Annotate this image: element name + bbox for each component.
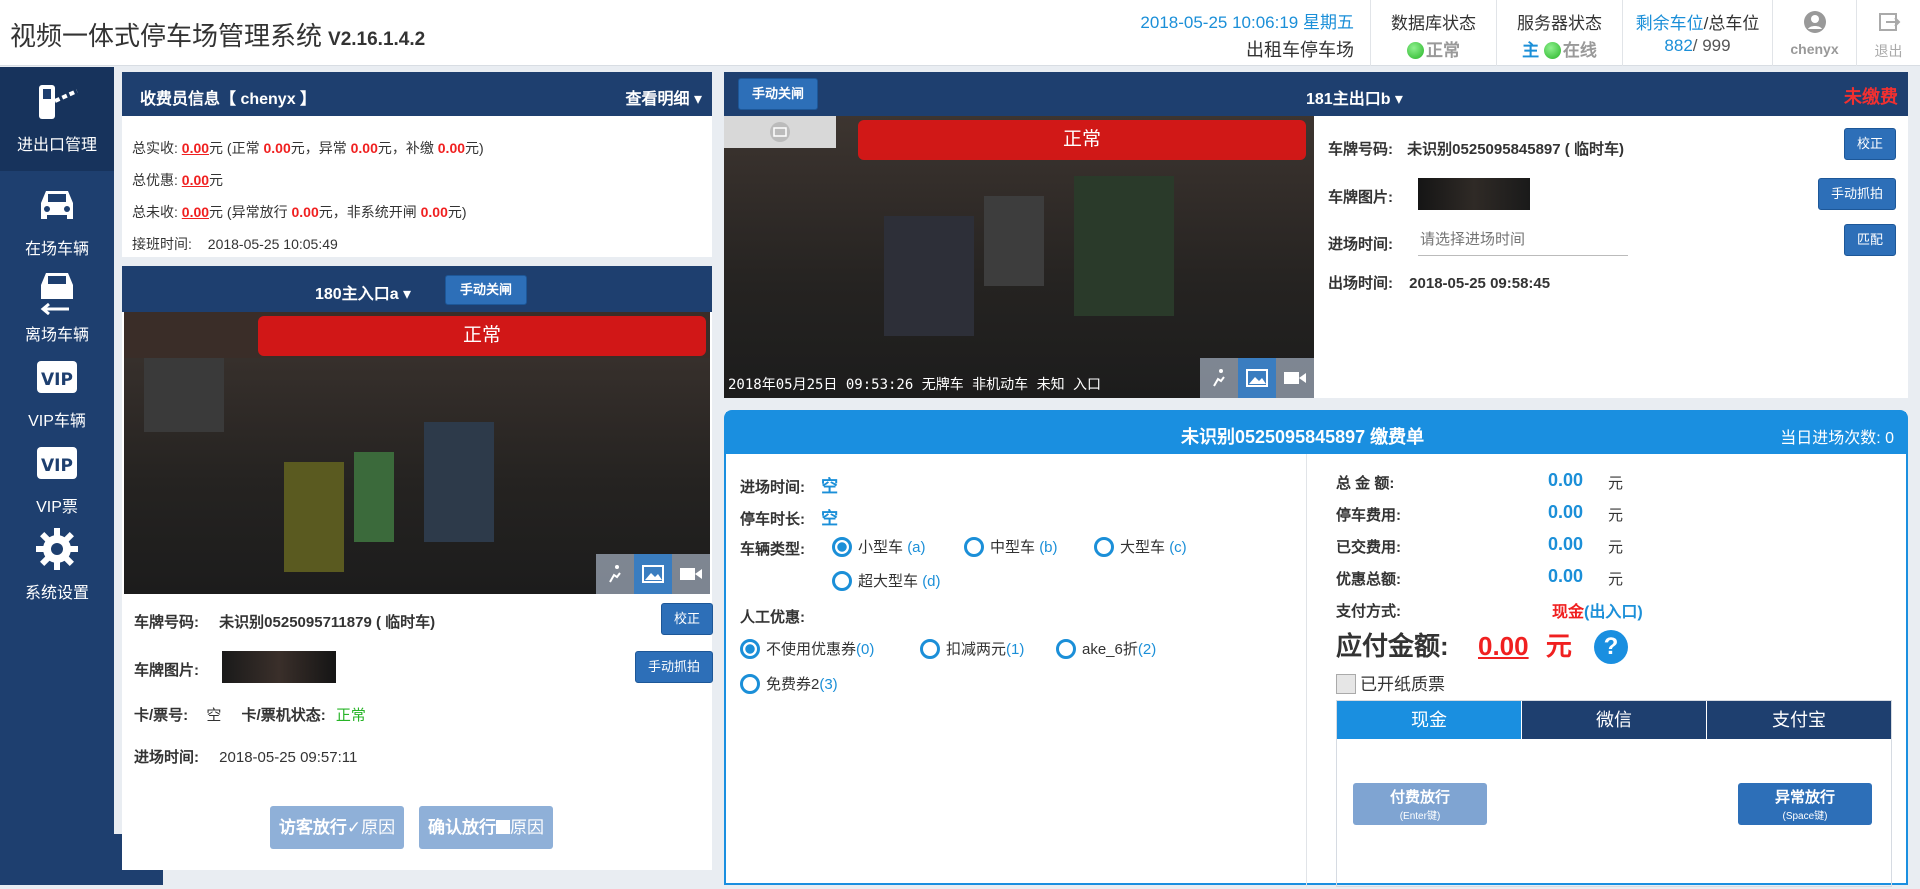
discount-free-2[interactable]: 免费券2(3) bbox=[740, 673, 838, 694]
cashier-title: 收费员信息【 chenyx 】 bbox=[140, 91, 317, 108]
person-icon[interactable] bbox=[596, 554, 634, 594]
parking-spaces: 剩余车位/总车位 882/ 999 bbox=[1622, 0, 1772, 66]
lot-name: 出租车停车场 bbox=[1246, 40, 1354, 60]
payment-method-box: 现金 微信 支付宝 付费放行 (Enter键) 异常放行 (Space键) bbox=[1336, 700, 1892, 887]
top-bar: 视频一体式停车场管理系统 V2.16.1.4.2 2018-05-25 10:06… bbox=[0, 0, 1920, 66]
confirm-release-button[interactable]: 确认放行 原因 bbox=[419, 806, 553, 849]
tab-wechat[interactable]: 微信 bbox=[1522, 701, 1707, 739]
user-menu[interactable]: chenyx bbox=[1772, 0, 1856, 66]
camera-overlay-text: 2018年05月25日 09:53:26 无牌车 非机动车 未知 入口 bbox=[728, 377, 1102, 393]
radio-icon bbox=[1094, 537, 1114, 557]
car-leaving-icon bbox=[40, 273, 73, 315]
pay-release-button[interactable]: 付费放行 (Enter键) bbox=[1353, 783, 1487, 825]
bill-title: 未识别0525095845897 缴费单 bbox=[1181, 427, 1425, 447]
exit-plate-image bbox=[1418, 178, 1530, 210]
match-button[interactable]: 匹配 bbox=[1844, 224, 1896, 256]
entrance-capture-button[interactable]: 手动抓拍 bbox=[635, 651, 713, 683]
car-icon bbox=[41, 191, 73, 219]
radio-icon bbox=[740, 674, 760, 694]
exit-capture-button[interactable]: 手动抓拍 bbox=[1818, 178, 1896, 210]
entry-count: 当日进场次数: 0 bbox=[1780, 430, 1894, 447]
exit-panel: 手动关闸 181主出口b ▾ 未缴费 正常 2018年05月25日 09:53:… bbox=[724, 72, 1908, 398]
server-status-dot bbox=[1543, 42, 1561, 59]
clock: 2018-05-25 10:06:19 星期五 bbox=[1140, 13, 1354, 32]
entrance-panel: 180主入口a ▾ 手动关闸 正常 车牌号码: 未识别0525095711879… bbox=[122, 266, 713, 870]
entrance-correct-button[interactable]: 校正 bbox=[661, 603, 713, 635]
app-version: V2.16.1.4.2 bbox=[328, 29, 426, 50]
checkbox-icon bbox=[1336, 674, 1356, 694]
checkbox-icon bbox=[496, 820, 510, 834]
exit-camera-view: 正常 2018年05月25日 09:53:26 无牌车 非机动车 未知 入口 bbox=[724, 116, 1314, 398]
cashier-summary: 总实收: 0.00元 (正常 0.00元，异常 0.00元，补缴 0.00元) … bbox=[132, 140, 484, 252]
exit-selector[interactable]: 181主出口b ▾ bbox=[1306, 85, 1403, 109]
barrier-gate-icon bbox=[39, 85, 78, 119]
tab-alipay[interactable]: 支付宝 bbox=[1707, 701, 1891, 739]
sidebar: 进出口管理 在场车辆 离场车辆 VIP VIP车辆 VIP VIP票 系统设置 bbox=[0, 67, 114, 885]
svg-text:VIP: VIP bbox=[41, 370, 73, 390]
db-status-dot bbox=[1407, 42, 1424, 59]
check-icon: ✓ bbox=[346, 818, 362, 837]
visitor-release-button[interactable]: 访客放行✓原因 bbox=[270, 806, 404, 849]
vehicle-type-medium[interactable]: 中型车 (b) bbox=[964, 536, 1058, 557]
paper-invoice-checkbox[interactable]: 已开纸质票 bbox=[1336, 670, 1445, 695]
discount-none[interactable]: 不使用优惠券(0) bbox=[740, 638, 874, 659]
vip-icon: VIP bbox=[37, 361, 77, 393]
radio-icon bbox=[964, 537, 984, 557]
vehicle-type-small[interactable]: 小型车 (a) bbox=[832, 536, 926, 557]
vehicle-type-large[interactable]: 大型车 (c) bbox=[1094, 536, 1187, 557]
entrance-selector[interactable]: 180主入口a ▾ bbox=[315, 280, 411, 304]
logout-button[interactable]: 退出 bbox=[1856, 0, 1920, 66]
exit-plate-number: 未识别0525095845897 ( 临时车) bbox=[1407, 141, 1624, 158]
abnormal-release-button[interactable]: 异常放行 (Space键) bbox=[1738, 783, 1872, 825]
entrance-manual-close-button[interactable]: 手动关闸 bbox=[445, 275, 527, 305]
server-status: 服务器状态 主 在线 bbox=[1496, 0, 1622, 66]
discount-minus-two[interactable]: 扣减两元(1) bbox=[920, 638, 1024, 659]
payment-status: 未缴费 bbox=[1844, 87, 1898, 107]
broken-image-icon bbox=[770, 122, 790, 142]
svg-text:VIP: VIP bbox=[41, 456, 73, 476]
radio-icon bbox=[832, 571, 852, 591]
gear-icon bbox=[36, 528, 78, 570]
sidebar-item-settings[interactable]: 系统设置 bbox=[0, 515, 114, 619]
vehicle-type-xlarge[interactable]: 超大型车 (d) bbox=[832, 570, 941, 591]
db-status: 数据库状态 正常 bbox=[1370, 0, 1496, 66]
exit-correct-button[interactable]: 校正 bbox=[1844, 128, 1896, 160]
entrance-plate-number: 未识别0525095711879 ( 临时车) bbox=[219, 614, 436, 631]
sidebar-item-gate[interactable]: 进出口管理 bbox=[0, 67, 114, 171]
video-icon[interactable] bbox=[1276, 358, 1314, 398]
cashier-panel: 收费员信息【 chenyx 】 查看明细 ▾ 总实收: 0.00元 (正常 0.… bbox=[122, 72, 712, 257]
help-icon[interactable]: ? bbox=[1594, 630, 1628, 664]
vip-ticket-icon: VIP bbox=[37, 447, 77, 479]
user-icon bbox=[1803, 11, 1826, 33]
view-details-link[interactable]: 查看明细 ▾ bbox=[626, 85, 703, 109]
app-title: 视频一体式停车场管理系统 V2.16.1.4.2 bbox=[10, 21, 426, 51]
image-icon[interactable] bbox=[634, 554, 672, 594]
image-icon[interactable] bbox=[1238, 358, 1276, 398]
radio-icon bbox=[1056, 639, 1076, 659]
radio-icon bbox=[832, 537, 852, 557]
amount-due: 0.00 bbox=[1478, 631, 1529, 661]
tab-cash[interactable]: 现金 bbox=[1337, 701, 1522, 739]
radio-icon bbox=[920, 639, 940, 659]
entrance-plate-image bbox=[222, 651, 336, 683]
entrance-status-banner: 正常 bbox=[258, 316, 706, 356]
exit-manual-close-button[interactable]: 手动关闸 bbox=[738, 78, 818, 110]
entry-time-input[interactable] bbox=[1418, 224, 1628, 256]
radio-icon bbox=[740, 639, 760, 659]
bill-panel: 未识别0525095845897 缴费单 当日进场次数: 0 进场时间: 空 停… bbox=[724, 410, 1908, 887]
video-icon[interactable] bbox=[672, 554, 710, 594]
exit-status-banner: 正常 bbox=[858, 120, 1306, 160]
entrance-camera-view: 正常 bbox=[124, 312, 710, 594]
logout-icon bbox=[1878, 13, 1900, 31]
discount-ake-6[interactable]: ake_6折(2) bbox=[1056, 638, 1156, 659]
exit-details: 车牌号码: 未识别0525095845897 ( 临时车) 校正 车牌图片: 手… bbox=[1328, 116, 1908, 398]
person-icon[interactable] bbox=[1200, 358, 1238, 398]
image-placeholder bbox=[724, 116, 836, 148]
